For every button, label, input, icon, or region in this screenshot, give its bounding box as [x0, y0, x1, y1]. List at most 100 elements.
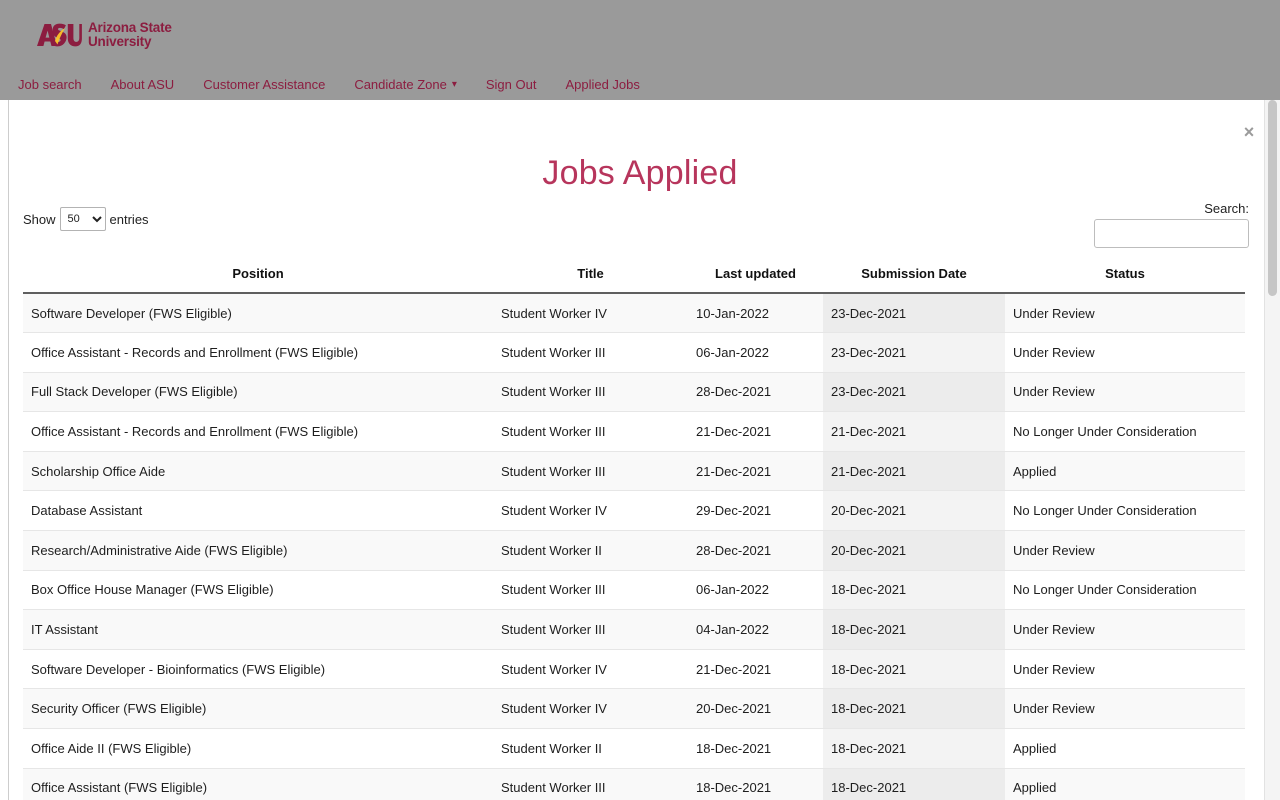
table-row[interactable]: Scholarship Office Aide Student Worker II…: [23, 451, 1245, 492]
jobs-table-head: Position Title Last updated Submission Date…: [23, 257, 1245, 294]
cell-status: No Longer Under Consideration: [1005, 570, 1245, 611]
cell-submission: 23-Dec-2021: [823, 293, 1005, 334]
page-scrollbar[interactable]: [1264, 100, 1280, 800]
cell-updated: 21-Dec-2021: [688, 451, 823, 492]
cell-title: Student Worker IV: [493, 688, 688, 730]
table-row[interactable]: Office Assistant (FWS Eligible) Student W…: [23, 768, 1245, 800]
cell-position: IT Assistant: [23, 609, 493, 650]
table-row[interactable]: Full Stack Developer (FWS Eligible) Stude…: [23, 372, 1245, 413]
table-row[interactable]: Office Assistant - Records and Enrollmen…: [23, 411, 1245, 452]
cell-updated: 29-Dec-2021: [688, 490, 823, 532]
asu-wordmark: Arizona State University: [88, 21, 172, 49]
cell-position: Office Assistant - Records and Enrollmen…: [23, 332, 493, 373]
cell-submission: 20-Dec-2021: [823, 530, 1005, 571]
entries-suffix-label: entries: [109, 211, 149, 227]
nav-item-label: Candidate Zone: [354, 76, 447, 92]
nav-item-label: Job search: [18, 76, 82, 92]
column-header-status[interactable]: Status: [1005, 257, 1245, 294]
cell-status: Under Review: [1005, 688, 1245, 730]
entries-per-page-select[interactable]: 102550100: [59, 207, 106, 231]
cell-title: Student Worker III: [493, 768, 688, 800]
jobs-table-body: Software Developer (FWS Eligible) Student…: [23, 293, 1245, 800]
cell-status: Applied: [1005, 451, 1245, 492]
cell-submission: 23-Dec-2021: [823, 332, 1005, 373]
chevron-down-icon: ▾: [451, 79, 457, 90]
cell-status: Applied: [1005, 728, 1245, 769]
cell-submission: 23-Dec-2021: [823, 372, 1005, 413]
cell-status: No Longer Under Consideration: [1005, 490, 1245, 532]
entries-length-control: Show 102550100 entries: [23, 207, 149, 231]
column-header-title[interactable]: Title: [493, 257, 688, 294]
page-root: Arizona State University Job search About…: [0, 0, 1280, 800]
cell-updated: 21-Dec-2021: [688, 411, 823, 452]
column-header-position[interactable]: Position: [23, 257, 493, 294]
cell-position: Office Assistant - Records and Enrollmen…: [23, 411, 493, 452]
cell-position: Software Developer (FWS Eligible): [23, 293, 493, 334]
search-label: Search:: [1204, 201, 1249, 216]
cell-status: Under Review: [1005, 372, 1245, 413]
cell-updated: 04-Jan-2022: [688, 609, 823, 650]
cell-title: Student Worker III: [493, 372, 688, 413]
nav-item-label: Customer Assistance: [203, 76, 326, 92]
cell-status: No Longer Under Consideration: [1005, 411, 1245, 452]
column-header-updated[interactable]: Last updated: [688, 257, 823, 294]
cell-submission: 18-Dec-2021: [823, 609, 1005, 650]
table-row[interactable]: Software Developer - Bioinformatics (FWS…: [23, 649, 1245, 690]
table-row[interactable]: Box Office House Manager (FWS Eligible) S…: [23, 570, 1245, 611]
jobs-applied-table: Position Title Last updated Submission Date…: [23, 257, 1245, 800]
cell-position: Full Stack Developer (FWS Eligible): [23, 372, 493, 413]
table-row[interactable]: Software Developer (FWS Eligible) Student…: [23, 293, 1245, 334]
nav-item-job-search[interactable]: Job search: [18, 77, 82, 92]
cell-submission: 21-Dec-2021: [823, 451, 1005, 492]
nav-item-applied-jobs[interactable]: Applied Jobs: [565, 77, 639, 92]
cell-updated: 06-Jan-2022: [688, 332, 823, 373]
cell-status: Under Review: [1005, 609, 1245, 650]
cell-status: Under Review: [1005, 293, 1245, 334]
cell-updated: 10-Jan-2022: [688, 293, 823, 334]
page-scrollbar-thumb[interactable]: [1268, 100, 1277, 296]
cell-title: Student Worker III: [493, 451, 688, 492]
cell-title: Student Worker IV: [493, 490, 688, 532]
table-row[interactable]: Research/Administrative Aide (FWS Eligib…: [23, 530, 1245, 571]
brand-bar: Arizona State University: [0, 0, 1280, 68]
cell-updated: 18-Dec-2021: [688, 728, 823, 769]
nav-item-label: Applied Jobs: [565, 76, 640, 92]
column-header-submission[interactable]: Submission Date: [823, 257, 1005, 294]
asu-logo[interactable]: Arizona State University: [36, 18, 172, 52]
cell-submission: 18-Dec-2021: [823, 768, 1005, 800]
nav-item-candidate-zone[interactable]: Candidate Zone ▾: [354, 77, 457, 92]
cell-submission: 18-Dec-2021: [823, 570, 1005, 611]
table-row[interactable]: Office Aide II (FWS Eligible) Student Wor…: [23, 728, 1245, 769]
nav-item-about-asu[interactable]: About ASU: [111, 77, 175, 92]
cell-position: Office Assistant (FWS Eligible): [23, 768, 493, 800]
cell-submission: 18-Dec-2021: [823, 649, 1005, 690]
cell-title: Student Worker II: [493, 728, 688, 769]
cell-position: Software Developer - Bioinformatics (FWS…: [23, 649, 493, 690]
page-title: Jobs Applied: [542, 154, 738, 192]
site-header: Arizona State University Job search About…: [0, 0, 1280, 100]
cell-updated: 28-Dec-2021: [688, 530, 823, 571]
table-row[interactable]: Office Assistant - Records and Enrollmen…: [23, 332, 1245, 373]
cell-updated: 18-Dec-2021: [688, 768, 823, 800]
close-icon[interactable]: ×: [1239, 122, 1259, 142]
cell-updated: 20-Dec-2021: [688, 688, 823, 730]
cell-submission: 20-Dec-2021: [823, 490, 1005, 532]
cell-status: Applied: [1005, 768, 1245, 800]
table-row[interactable]: IT Assistant Student Worker III 04-Jan-202…: [23, 609, 1245, 650]
cell-updated: 21-Dec-2021: [688, 649, 823, 690]
table-row[interactable]: Database Assistant Student Worker IV 29-De…: [23, 490, 1245, 532]
cell-submission: 21-Dec-2021: [823, 411, 1005, 452]
cell-updated: 06-Jan-2022: [688, 570, 823, 611]
cell-position: Security Officer (FWS Eligible): [23, 688, 493, 730]
cell-status: Under Review: [1005, 530, 1245, 571]
cell-position: Database Assistant: [23, 490, 493, 532]
nav-item-sign-out[interactable]: Sign Out: [486, 77, 537, 92]
cell-title: Student Worker III: [493, 411, 688, 452]
table-row[interactable]: Security Officer (FWS Eligible) Student W…: [23, 688, 1245, 730]
cell-title: Student Worker III: [493, 332, 688, 373]
main-navigation: Job search About ASU Customer Assistance Ca…: [0, 68, 1280, 100]
jobs-table-wrapper: Position Title Last updated Submission Date…: [23, 257, 1245, 800]
nav-item-label: About ASU: [110, 76, 175, 92]
search-input[interactable]: [1094, 219, 1249, 248]
nav-item-customer-assistance[interactable]: Customer Assistance: [203, 77, 325, 92]
